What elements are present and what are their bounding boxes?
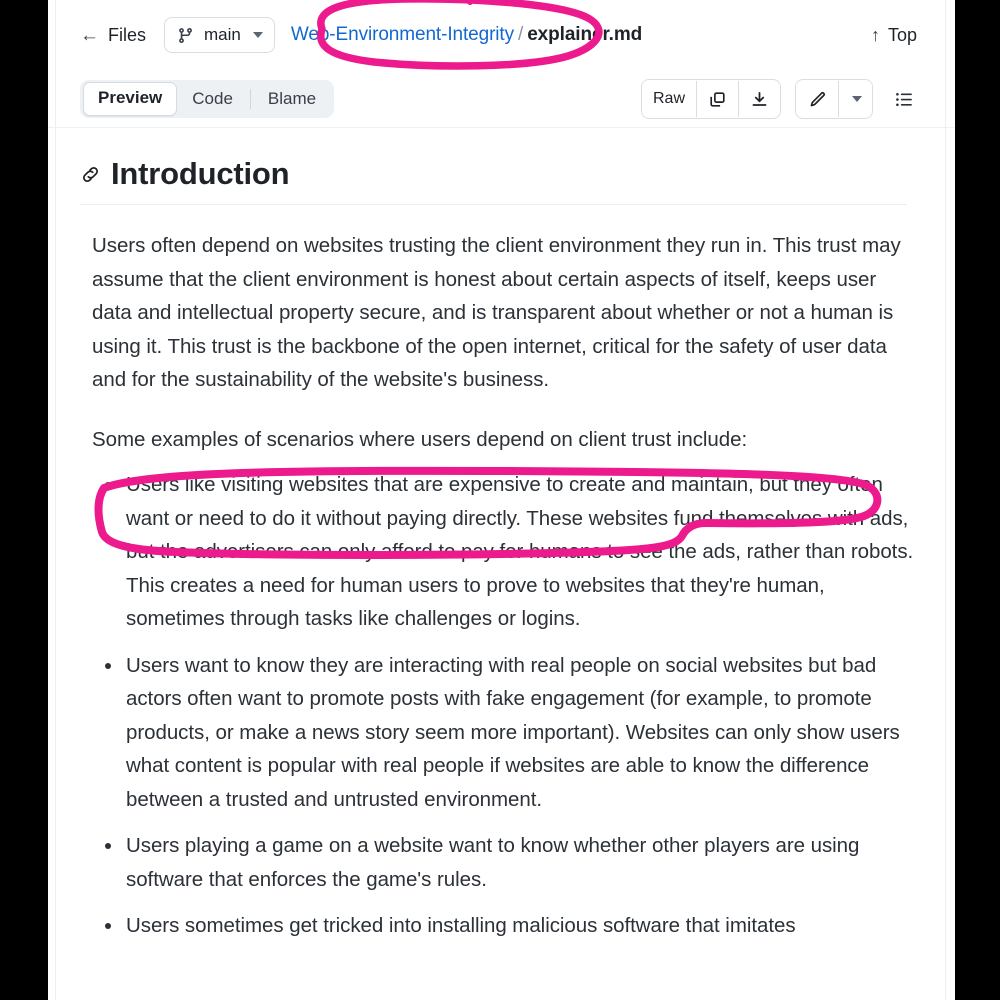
list-outline-icon	[894, 89, 915, 110]
link-anchor-icon[interactable]	[80, 164, 101, 185]
copy-icon	[708, 90, 727, 109]
files-label: Files	[108, 24, 147, 45]
branch-name-label: main	[204, 25, 241, 44]
breadcrumb-repo-link[interactable]: Web-Environment-Integrity	[291, 24, 514, 45]
outline-toggle-button[interactable]	[887, 82, 921, 116]
tab-code[interactable]: Code	[177, 83, 248, 115]
page-title: Introduction	[111, 156, 290, 191]
edit-group	[795, 79, 873, 119]
up-arrow-icon: ↑	[870, 25, 880, 45]
list-item: Users want to know they are interacting …	[105, 649, 915, 817]
files-back-link[interactable]: ← Files	[80, 25, 146, 46]
tab-preview[interactable]: Preview	[83, 82, 178, 116]
heading-block: Introduction	[80, 156, 907, 205]
list-item: Users like visiting websites that are ex…	[105, 468, 915, 636]
toolbar-actions: Raw	[640, 79, 935, 119]
intro-paragraph-2: Some examples of scenarios where users d…	[92, 427, 748, 451]
git-branch-icon	[177, 27, 194, 44]
letterbox-right	[955, 0, 1000, 1000]
markdown-body: Introduction Users often depend on websi…	[48, 128, 955, 943]
edit-dropdown-button[interactable]	[838, 81, 872, 117]
download-icon	[750, 90, 769, 109]
edit-button[interactable]	[796, 81, 838, 117]
intro-paragraph-1: Users often depend on websites trusting …	[92, 234, 901, 391]
copy-button[interactable]	[696, 81, 738, 117]
top-label: Top	[887, 24, 917, 45]
branch-selector-button[interactable]: main	[164, 17, 275, 53]
chevron-down-icon	[851, 96, 862, 102]
list-item: Users playing a game on a website want t…	[105, 829, 915, 896]
breadcrumb-separator: /	[518, 24, 524, 45]
scroll-to-top-button[interactable]: ↑ Top	[871, 25, 935, 46]
breadcrumb: Web-Environment-Integrity / explainer.md	[291, 24, 642, 46]
download-button[interactable]	[738, 81, 780, 117]
scenario-list: Users like visiting websites that are ex…	[80, 468, 915, 943]
view-mode-tabs: Preview Code Blame	[80, 80, 335, 118]
raw-copy-download-group: Raw	[640, 79, 781, 119]
screenshot-root: ← Files main Web-Environment-Integrity / e…	[0, 0, 1000, 1000]
tab-blame[interactable]: Blame	[253, 83, 331, 115]
list-item: Users sometimes get tricked into install…	[105, 909, 915, 943]
letterbox-left	[0, 0, 48, 1000]
pencil-icon	[808, 90, 827, 109]
left-arrow-icon: ←	[80, 24, 99, 46]
tab-divider	[249, 89, 251, 109]
raw-button[interactable]: Raw	[641, 81, 696, 117]
chevron-down-icon	[252, 32, 263, 38]
breadcrumb-filename: explainer.md	[527, 24, 643, 45]
browser-page: ← Files main Web-Environment-Integrity / e…	[48, 0, 955, 1000]
file-toolbar: Preview Code Blame Raw	[48, 70, 955, 128]
file-header: ← Files main Web-Environment-Integrity / e…	[48, 0, 955, 70]
